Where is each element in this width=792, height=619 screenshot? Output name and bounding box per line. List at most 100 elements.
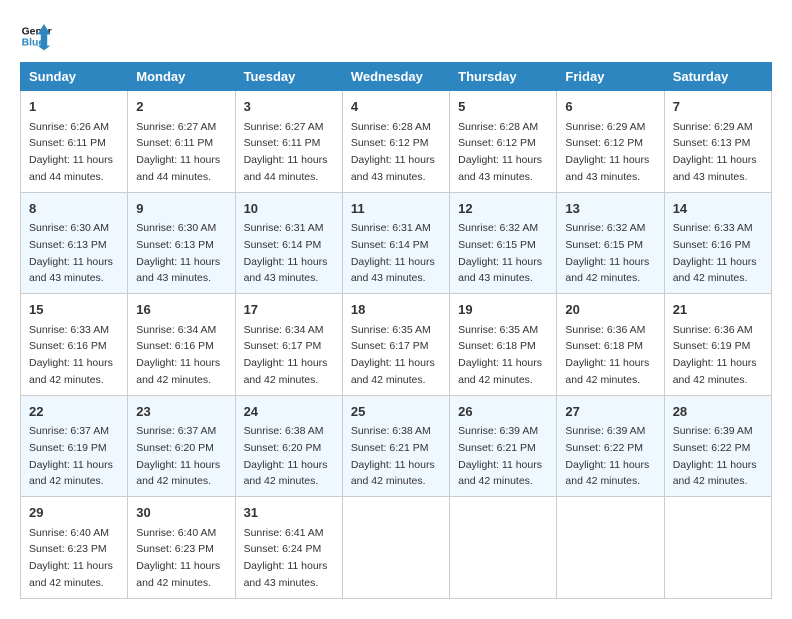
calendar-cell: 28 Sunrise: 6:39 AMSunset: 6:22 PMDaylig… (664, 395, 771, 497)
logo: General Blue (20, 20, 52, 52)
weekday-header: Wednesday (342, 63, 449, 91)
calendar-cell: 18 Sunrise: 6:35 AMSunset: 6:17 PMDaylig… (342, 294, 449, 396)
day-number: 20 (565, 300, 655, 320)
day-number: 18 (351, 300, 441, 320)
day-number: 23 (136, 402, 226, 422)
calendar-week-row: 1 Sunrise: 6:26 AMSunset: 6:11 PMDayligh… (21, 91, 772, 193)
day-number: 6 (565, 97, 655, 117)
page-header: General Blue (20, 20, 772, 52)
calendar-cell (557, 497, 664, 599)
day-number: 14 (673, 199, 763, 219)
day-number: 29 (29, 503, 119, 523)
day-info: Sunrise: 6:39 AMSunset: 6:22 PMDaylight:… (565, 425, 649, 487)
day-number: 21 (673, 300, 763, 320)
day-info: Sunrise: 6:29 AMSunset: 6:13 PMDaylight:… (673, 121, 757, 183)
day-info: Sunrise: 6:35 AMSunset: 6:18 PMDaylight:… (458, 324, 542, 386)
day-number: 17 (244, 300, 334, 320)
calendar-cell: 9 Sunrise: 6:30 AMSunset: 6:13 PMDayligh… (128, 192, 235, 294)
day-info: Sunrise: 6:41 AMSunset: 6:24 PMDaylight:… (244, 527, 328, 589)
day-info: Sunrise: 6:31 AMSunset: 6:14 PMDaylight:… (351, 222, 435, 284)
day-info: Sunrise: 6:33 AMSunset: 6:16 PMDaylight:… (673, 222, 757, 284)
day-info: Sunrise: 6:33 AMSunset: 6:16 PMDaylight:… (29, 324, 113, 386)
day-number: 9 (136, 199, 226, 219)
calendar-cell: 5 Sunrise: 6:28 AMSunset: 6:12 PMDayligh… (450, 91, 557, 193)
day-info: Sunrise: 6:30 AMSunset: 6:13 PMDaylight:… (136, 222, 220, 284)
day-info: Sunrise: 6:31 AMSunset: 6:14 PMDaylight:… (244, 222, 328, 284)
day-info: Sunrise: 6:37 AMSunset: 6:20 PMDaylight:… (136, 425, 220, 487)
day-number: 15 (29, 300, 119, 320)
weekday-header-row: SundayMondayTuesdayWednesdayThursdayFrid… (21, 63, 772, 91)
day-number: 11 (351, 199, 441, 219)
calendar-cell: 30 Sunrise: 6:40 AMSunset: 6:23 PMDaylig… (128, 497, 235, 599)
day-info: Sunrise: 6:35 AMSunset: 6:17 PMDaylight:… (351, 324, 435, 386)
calendar-cell: 15 Sunrise: 6:33 AMSunset: 6:16 PMDaylig… (21, 294, 128, 396)
day-number: 12 (458, 199, 548, 219)
calendar-cell: 17 Sunrise: 6:34 AMSunset: 6:17 PMDaylig… (235, 294, 342, 396)
day-number: 28 (673, 402, 763, 422)
calendar-cell: 7 Sunrise: 6:29 AMSunset: 6:13 PMDayligh… (664, 91, 771, 193)
day-number: 10 (244, 199, 334, 219)
weekday-header: Thursday (450, 63, 557, 91)
day-info: Sunrise: 6:38 AMSunset: 6:20 PMDaylight:… (244, 425, 328, 487)
day-info: Sunrise: 6:27 AMSunset: 6:11 PMDaylight:… (136, 121, 220, 183)
day-number: 30 (136, 503, 226, 523)
calendar-body: 1 Sunrise: 6:26 AMSunset: 6:11 PMDayligh… (21, 91, 772, 599)
weekday-header: Friday (557, 63, 664, 91)
day-info: Sunrise: 6:39 AMSunset: 6:22 PMDaylight:… (673, 425, 757, 487)
weekday-header: Tuesday (235, 63, 342, 91)
day-number: 26 (458, 402, 548, 422)
day-number: 16 (136, 300, 226, 320)
day-number: 19 (458, 300, 548, 320)
day-info: Sunrise: 6:28 AMSunset: 6:12 PMDaylight:… (458, 121, 542, 183)
logo-icon: General Blue (20, 20, 52, 52)
calendar-cell: 1 Sunrise: 6:26 AMSunset: 6:11 PMDayligh… (21, 91, 128, 193)
calendar-cell: 23 Sunrise: 6:37 AMSunset: 6:20 PMDaylig… (128, 395, 235, 497)
day-info: Sunrise: 6:30 AMSunset: 6:13 PMDaylight:… (29, 222, 113, 284)
calendar-cell: 2 Sunrise: 6:27 AMSunset: 6:11 PMDayligh… (128, 91, 235, 193)
day-number: 27 (565, 402, 655, 422)
calendar-week-row: 22 Sunrise: 6:37 AMSunset: 6:19 PMDaylig… (21, 395, 772, 497)
calendar-cell: 26 Sunrise: 6:39 AMSunset: 6:21 PMDaylig… (450, 395, 557, 497)
calendar-cell: 14 Sunrise: 6:33 AMSunset: 6:16 PMDaylig… (664, 192, 771, 294)
weekday-header: Sunday (21, 63, 128, 91)
day-number: 1 (29, 97, 119, 117)
calendar-cell: 10 Sunrise: 6:31 AMSunset: 6:14 PMDaylig… (235, 192, 342, 294)
calendar-cell: 25 Sunrise: 6:38 AMSunset: 6:21 PMDaylig… (342, 395, 449, 497)
calendar-cell (450, 497, 557, 599)
day-number: 4 (351, 97, 441, 117)
calendar-week-row: 8 Sunrise: 6:30 AMSunset: 6:13 PMDayligh… (21, 192, 772, 294)
calendar-cell: 22 Sunrise: 6:37 AMSunset: 6:19 PMDaylig… (21, 395, 128, 497)
day-number: 13 (565, 199, 655, 219)
day-info: Sunrise: 6:32 AMSunset: 6:15 PMDaylight:… (565, 222, 649, 284)
day-info: Sunrise: 6:32 AMSunset: 6:15 PMDaylight:… (458, 222, 542, 284)
calendar-cell: 20 Sunrise: 6:36 AMSunset: 6:18 PMDaylig… (557, 294, 664, 396)
day-info: Sunrise: 6:37 AMSunset: 6:19 PMDaylight:… (29, 425, 113, 487)
calendar-cell: 27 Sunrise: 6:39 AMSunset: 6:22 PMDaylig… (557, 395, 664, 497)
day-number: 31 (244, 503, 334, 523)
calendar-cell: 19 Sunrise: 6:35 AMSunset: 6:18 PMDaylig… (450, 294, 557, 396)
weekday-header: Monday (128, 63, 235, 91)
weekday-header: Saturday (664, 63, 771, 91)
day-number: 25 (351, 402, 441, 422)
day-info: Sunrise: 6:29 AMSunset: 6:12 PMDaylight:… (565, 121, 649, 183)
calendar-cell: 29 Sunrise: 6:40 AMSunset: 6:23 PMDaylig… (21, 497, 128, 599)
calendar-cell: 13 Sunrise: 6:32 AMSunset: 6:15 PMDaylig… (557, 192, 664, 294)
calendar-week-row: 15 Sunrise: 6:33 AMSunset: 6:16 PMDaylig… (21, 294, 772, 396)
calendar-cell: 4 Sunrise: 6:28 AMSunset: 6:12 PMDayligh… (342, 91, 449, 193)
day-number: 7 (673, 97, 763, 117)
day-info: Sunrise: 6:28 AMSunset: 6:12 PMDaylight:… (351, 121, 435, 183)
calendar-cell: 8 Sunrise: 6:30 AMSunset: 6:13 PMDayligh… (21, 192, 128, 294)
day-info: Sunrise: 6:36 AMSunset: 6:19 PMDaylight:… (673, 324, 757, 386)
day-info: Sunrise: 6:38 AMSunset: 6:21 PMDaylight:… (351, 425, 435, 487)
day-number: 3 (244, 97, 334, 117)
day-info: Sunrise: 6:40 AMSunset: 6:23 PMDaylight:… (136, 527, 220, 589)
calendar-cell: 16 Sunrise: 6:34 AMSunset: 6:16 PMDaylig… (128, 294, 235, 396)
day-info: Sunrise: 6:34 AMSunset: 6:17 PMDaylight:… (244, 324, 328, 386)
calendar-cell (342, 497, 449, 599)
day-number: 5 (458, 97, 548, 117)
calendar-cell (664, 497, 771, 599)
day-number: 22 (29, 402, 119, 422)
calendar-cell: 24 Sunrise: 6:38 AMSunset: 6:20 PMDaylig… (235, 395, 342, 497)
day-info: Sunrise: 6:36 AMSunset: 6:18 PMDaylight:… (565, 324, 649, 386)
calendar-table: SundayMondayTuesdayWednesdayThursdayFrid… (20, 62, 772, 599)
